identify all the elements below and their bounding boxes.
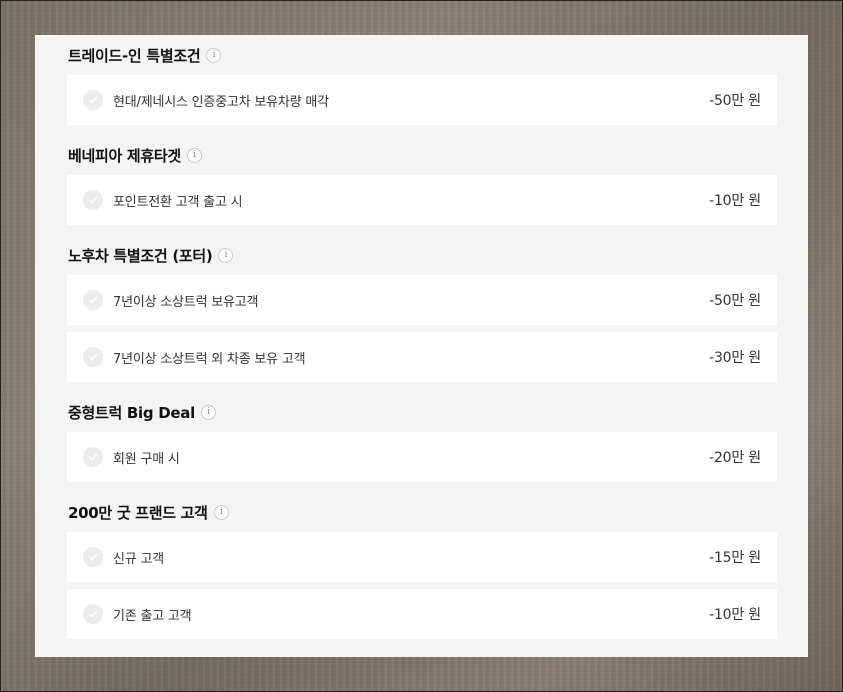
condition-amount: -15만 원 [709,550,761,566]
condition-amount: -50만 원 [709,293,761,309]
condition-amount: -20만 원 [709,450,761,466]
discount-conditions-panel: 트레이드-인 특별조건 i 현대/제네시스 인증중고차 보유차량 매각 -50만… [35,35,808,657]
section-title-benepia: 베네피아 제휴타겟 i [68,143,202,167]
condition-item-trade-in[interactable]: 현대/제네시스 인증중고차 보유차량 매각 -50만 원 [67,75,777,125]
condition-label: 기존 출고 고객 [113,608,192,624]
section-title-trade-in: 트레이드-인 특별조건 i [68,43,222,67]
condition-amount: -10만 원 [709,607,761,623]
condition-item-new-customer[interactable]: 신규 고객 -15만 원 [67,532,777,582]
section-title-good-friend: 200만 굿 프랜드 고객 i [68,500,229,524]
info-icon[interactable]: i [206,47,222,63]
condition-label: 7년이상 소상트럭 외 차종 보유 고객 [113,351,306,367]
condition-item-old-other-vehicle-owner[interactable]: 7년이상 소상트럭 외 차종 보유 고객 -30만 원 [67,332,777,382]
check-icon[interactable] [83,190,103,210]
section-title-old-car-porter: 노후차 특별조건 (포터) i [68,243,234,267]
condition-label: 신규 고객 [113,551,164,567]
check-icon[interactable] [83,604,103,624]
condition-amount: -50만 원 [709,93,761,109]
check-icon[interactable] [83,447,103,467]
section-title-big-deal: 중형트럭 Big Deal i [68,400,216,424]
condition-label: 현대/제네시스 인증중고차 보유차량 매각 [113,94,329,110]
condition-amount: -10만 원 [709,193,761,209]
condition-label: 포인트전환 고객 출고 시 [113,194,243,210]
info-icon[interactable]: i [213,504,229,520]
condition-item-existing-customer[interactable]: 기존 출고 고객 -10만 원 [67,589,777,639]
check-icon[interactable] [83,90,103,110]
condition-item-member-purchase[interactable]: 회원 구매 시 -20만 원 [67,432,777,482]
condition-item-benepia-points[interactable]: 포인트전환 고객 출고 시 -10만 원 [67,175,777,225]
check-icon[interactable] [83,547,103,567]
condition-item-old-truck-owner[interactable]: 7년이상 소상트럭 보유고객 -50만 원 [67,275,777,325]
condition-amount: -30만 원 [709,350,761,366]
check-icon[interactable] [83,290,103,310]
check-icon[interactable] [83,347,103,367]
info-icon[interactable]: i [186,147,202,163]
info-icon[interactable]: i [218,247,234,263]
condition-label: 7년이상 소상트럭 보유고객 [113,294,259,310]
info-icon[interactable]: i [200,404,216,420]
condition-label: 회원 구매 시 [113,451,180,467]
